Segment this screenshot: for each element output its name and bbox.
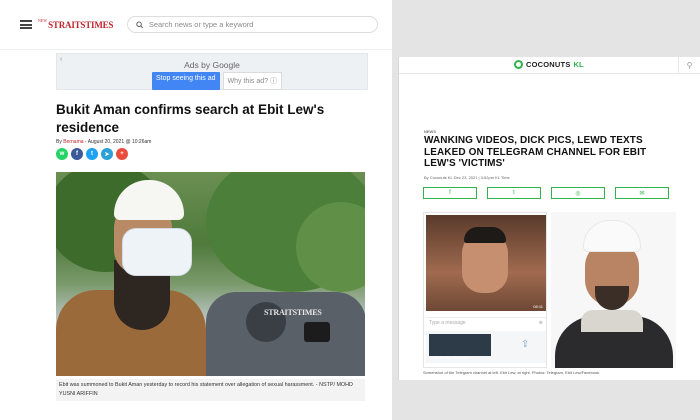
whatsapp-share-icon[interactable]: w — [56, 148, 68, 160]
more-share-icon[interactable]: + — [116, 148, 128, 160]
whatsapp-share-icon[interactable]: ◎ — [551, 187, 605, 199]
photo-caption: Screenshot of the Telegram channel at le… — [423, 370, 600, 375]
stop-seeing-ad-button[interactable]: Stop seeing this ad — [152, 72, 220, 90]
facebook-share-icon[interactable]: f — [71, 148, 83, 160]
telegram-screenshot: 08:11 Type a message ⊕ Bukit Bunga Ebit … — [423, 212, 547, 368]
twitter-share-icon[interactable]: t — [86, 148, 98, 160]
telegram-share-icon[interactable]: ➤ — [101, 148, 113, 160]
logo-city: KL — [573, 60, 584, 69]
email-share-icon[interactable]: ✉ — [615, 187, 669, 199]
share-buttons: f t ◎ ✉ — [423, 187, 669, 199]
channel-label: Bukit Bunga Ebit Lew — [430, 355, 469, 360]
coconuts-logo[interactable]: COCONUTS KL — [514, 60, 584, 69]
ad-block: ‹ Ads by Google Stop seeing this ad Why … — [56, 53, 368, 90]
article-photo: STRAITSTIMES — [56, 172, 365, 376]
publish-date: - August 20, 2021 @ 10:26am — [83, 139, 152, 145]
article-meta: By Coconuts KL Dec 23, 2021 | 3:52pm KL … — [424, 175, 510, 180]
attach-icon: ⊕ — [538, 320, 543, 326]
share-arrow-icon: ⇪ — [521, 339, 530, 350]
logo-name: STRAITSTIMES — [48, 19, 114, 30]
search-input[interactable] — [148, 20, 377, 29]
channel-thumbnails: Bukit Bunga Ebit Lew ⇪ — [426, 331, 546, 363]
nst-header: NEW STRAITSTIMES — [0, 0, 392, 50]
facebook-share-icon[interactable]: f — [423, 187, 477, 199]
article-meta: By Bernama - August 20, 2021 @ 10:26am — [56, 139, 151, 145]
photo-watermark: STRAITSTIMES — [264, 308, 322, 317]
twitter-share-icon[interactable]: t — [487, 187, 541, 199]
search-icon — [136, 21, 144, 28]
article-headline: Bukit Aman confirms search at Ebit Lew's… — [56, 102, 325, 135]
message-placeholder: Type a message — [429, 320, 466, 326]
share-buttons: w f t ➤ + — [56, 148, 128, 160]
user-icon[interactable]: ⚲ — [678, 57, 700, 73]
portrait-photo — [551, 212, 676, 368]
ads-by-google: Ads by Google — [184, 60, 240, 70]
message-input: Type a message ⊕ — [426, 317, 546, 327]
menu-icon[interactable] — [20, 20, 32, 29]
article-headline: WANKING VIDEOS, DICK PICS, LEWD TEXTS LE… — [424, 135, 647, 169]
category-tag[interactable]: NEWS — [424, 129, 436, 134]
coconuts-article-page: COCONUTS KL ⚲ NEWS WANKING VIDEOS, DICK … — [398, 57, 700, 380]
logo-word: COCONUTS — [526, 60, 571, 69]
video-thumbnail: 08:11 — [426, 215, 546, 311]
photo-caption: Ebit was summoned to Bukit Aman yesterda… — [56, 379, 365, 401]
author-link[interactable]: Bernama — [63, 139, 83, 145]
video-time: 08:11 — [533, 304, 543, 309]
why-this-ad-button[interactable]: Why this ad? ⓘ — [222, 72, 282, 90]
camera-icon — [304, 322, 330, 342]
logo-prefix: NEW — [38, 17, 48, 23]
nst-article-page: NEW STRAITSTIMES ‹ Ads by Google Stop se… — [0, 0, 392, 420]
search-bar[interactable] — [127, 16, 378, 33]
coconuts-header: COCONUTS KL ⚲ — [399, 57, 700, 74]
nst-logo[interactable]: NEW STRAITSTIMES — [38, 17, 114, 30]
coconuts-logo-icon — [514, 60, 523, 69]
